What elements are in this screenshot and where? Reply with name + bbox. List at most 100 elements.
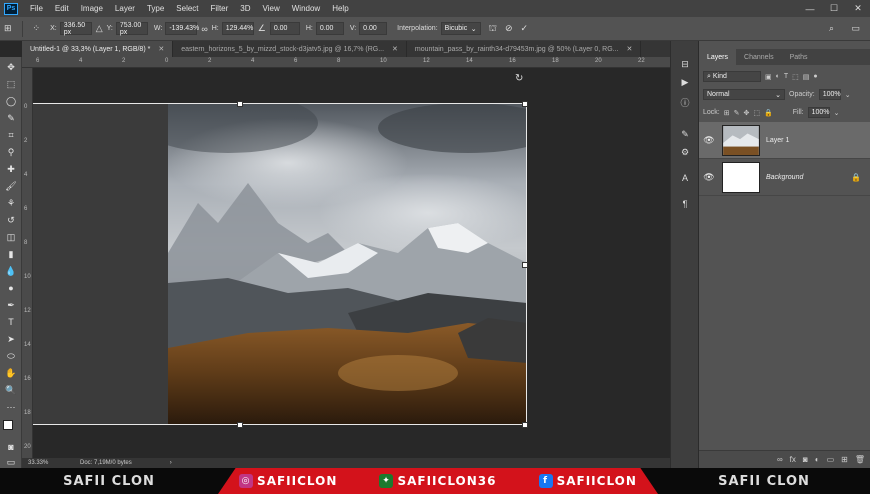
canvas-area[interactable]: ↻ (33, 68, 670, 458)
quick-mask-icon[interactable]: ◙ (3, 440, 19, 454)
transform-handle-top-right[interactable] (522, 101, 528, 107)
shape-filter-icon[interactable]: ⬚ (792, 73, 799, 81)
commit-transform-icon[interactable]: ✓ (520, 23, 528, 34)
lock-all-icon[interactable]: 🔒 (764, 109, 773, 117)
screen-mode-icon[interactable]: ▭ (3, 455, 19, 469)
layer-name[interactable]: Background (766, 174, 803, 181)
tab-paths[interactable]: Paths (782, 49, 816, 65)
minimize-button[interactable]: — (798, 0, 822, 17)
menu-view[interactable]: View (257, 4, 286, 13)
menu-3d[interactable]: 3D (234, 4, 256, 13)
close-icon[interactable]: ✕ (158, 45, 164, 53)
maximize-button[interactable]: ☐ (822, 0, 846, 17)
width-field[interactable]: -139.43% (165, 22, 199, 35)
lasso-tool-icon[interactable]: ◯ (3, 94, 19, 108)
transform-handle-bottom[interactable] (237, 422, 243, 428)
delta-icon[interactable]: △ (96, 23, 103, 34)
blur-tool-icon[interactable]: 💧 (3, 264, 19, 278)
new-group-icon[interactable]: ▭ (827, 455, 835, 464)
more-tools-icon[interactable]: ⋯ (3, 400, 19, 414)
link-layers-icon[interactable]: ∞ (777, 455, 783, 464)
lock-image-icon[interactable]: ✎ (734, 109, 740, 117)
zoom-level[interactable]: 33.33% (28, 460, 80, 466)
new-layer-icon[interactable]: ⊞ (841, 455, 848, 464)
chevron-down-icon[interactable]: ⌄ (845, 91, 851, 99)
type-tool-icon[interactable]: T (3, 315, 19, 329)
fx-icon[interactable]: fx (790, 455, 796, 464)
gradient-tool-icon[interactable]: ▮ (3, 247, 19, 261)
eyedropper-tool-icon[interactable]: ⚲ (3, 145, 19, 159)
menu-edit[interactable]: Edit (49, 4, 75, 13)
fill-field[interactable]: 100% (807, 107, 830, 118)
lock-artboard-icon[interactable]: ⬚ (753, 109, 760, 117)
tab-mountain-pass[interactable]: mountain_pass_by_rainth34-d79453m.jpg @ … (407, 41, 642, 57)
type-filter-icon[interactable]: T (784, 73, 788, 80)
paragraph-panel-icon[interactable]: ¶ (677, 197, 693, 211)
status-menu-icon[interactable]: › (170, 460, 172, 466)
zoom-tool-icon[interactable]: 🔍 (3, 383, 19, 397)
chevron-down-icon[interactable]: ⌄ (834, 109, 840, 117)
tab-untitled-1[interactable]: Untitled-1 @ 33,3% (Layer 1, RGB/8) * ✕ (22, 41, 174, 57)
layer-row-background[interactable]: 👁 Background 🔒 (699, 159, 870, 196)
path-selection-tool-icon[interactable]: ➤ (3, 332, 19, 346)
layer-name[interactable]: Layer 1 (766, 137, 789, 144)
actions-panel-icon[interactable]: ▶ (677, 75, 693, 89)
add-mask-icon[interactable]: ◙ (803, 455, 808, 464)
shape-tool-icon[interactable]: ⬭ (3, 349, 19, 363)
link-icon[interactable]: ∞ (201, 24, 207, 34)
quick-select-tool-icon[interactable]: ✎ (3, 111, 19, 125)
transform-tool-icon[interactable]: ⊞ (4, 23, 12, 34)
brush-panel-icon[interactable]: ✎ (677, 127, 693, 141)
x-field[interactable]: 336.50 px (59, 22, 92, 36)
close-button[interactable]: ✕ (846, 0, 870, 17)
blend-mode-select[interactable]: Normal ⌄ (703, 89, 785, 100)
tab-eastern-horizons[interactable]: eastern_horizons_5_by_mizzd_stock-d3jatv… (173, 41, 407, 57)
angle-field[interactable]: 0.00 (269, 22, 300, 35)
history-brush-tool-icon[interactable]: ↺ (3, 213, 19, 227)
height-field[interactable]: 129.44% (221, 22, 254, 35)
menu-select[interactable]: Select (170, 4, 204, 13)
info-panel-icon[interactable]: ⓘ (677, 95, 693, 109)
menu-image[interactable]: Image (75, 4, 109, 13)
brush-tool-icon[interactable]: 🖌 (3, 179, 19, 193)
smart-object-filter-icon[interactable]: ▤ (803, 73, 810, 81)
menu-filter[interactable]: Filter (205, 4, 235, 13)
visibility-eye-icon[interactable]: 👁 (699, 172, 719, 183)
healing-brush-tool-icon[interactable]: ✚ (3, 162, 19, 176)
cancel-transform-icon[interactable]: ⊘ (505, 23, 513, 34)
trash-icon[interactable]: 🗑 (855, 455, 865, 464)
adjustment-layer-icon[interactable]: ◐ (815, 455, 820, 464)
hskew-field[interactable]: 0.00 (315, 22, 344, 35)
search-icon[interactable]: ⌕ (829, 23, 834, 34)
move-tool-icon[interactable]: ✥ (3, 60, 19, 74)
foreground-color-swatch[interactable] (3, 420, 13, 430)
crop-tool-icon[interactable]: ⌗ (3, 128, 19, 142)
menu-file[interactable]: File (24, 4, 49, 13)
clone-stamp-tool-icon[interactable]: ⚘ (3, 196, 19, 210)
lock-position-icon[interactable]: ✥ (743, 109, 749, 117)
tab-channels[interactable]: Channels (736, 49, 782, 65)
vskew-field[interactable]: 0.00 (359, 22, 388, 35)
transform-handle-bottom-right[interactable] (522, 422, 528, 428)
reference-point-icon[interactable]: ⁘ (33, 23, 41, 34)
workspace-icon[interactable]: ▭ (851, 23, 860, 34)
menu-window[interactable]: Window (286, 4, 326, 13)
lock-transparent-icon[interactable]: ⊞ (724, 109, 730, 117)
transform-bounding-box[interactable] (33, 101, 528, 428)
opacity-field[interactable]: 100% (818, 89, 841, 100)
filter-toggle-icon[interactable]: ● (813, 73, 817, 80)
menu-type[interactable]: Type (141, 4, 170, 13)
y-field[interactable]: 753.00 px (115, 22, 148, 36)
transform-handle-right[interactable] (522, 262, 528, 268)
transform-handle-top[interactable] (237, 101, 243, 107)
menu-help[interactable]: Help (326, 4, 354, 13)
warp-icon[interactable]: ⛫ (489, 23, 497, 35)
pen-tool-icon[interactable]: ✒ (3, 298, 19, 312)
character-panel-icon[interactable]: A (677, 171, 693, 185)
history-panel-icon[interactable]: ⊟ (677, 57, 693, 71)
brush-settings-icon[interactable]: ⚙ (677, 145, 693, 159)
adjustment-filter-icon[interactable]: ◐ (776, 73, 780, 80)
dodge-tool-icon[interactable]: ● (3, 281, 19, 295)
kind-filter-select[interactable]: ⌕ Kind (703, 71, 761, 82)
pixel-filter-icon[interactable]: ▣ (765, 73, 772, 81)
